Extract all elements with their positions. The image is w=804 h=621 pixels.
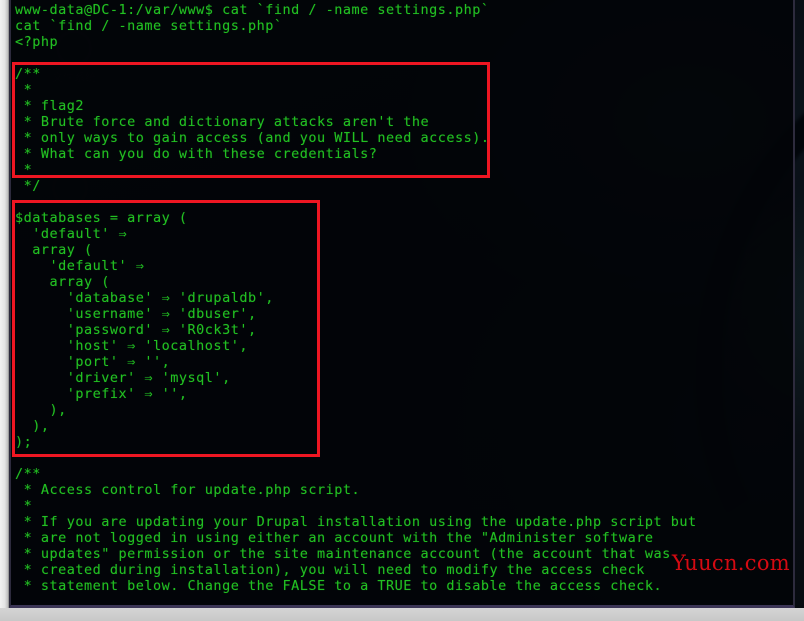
terminal-line-statement-close: );	[15, 434, 33, 450]
terminal-line-cred-driver: 'driver' ⇒ 'mysql',	[15, 370, 231, 386]
terminal-line-array-close-1: ),	[15, 402, 67, 418]
terminal-line-flag2-text-1: * Brute force and dictionary attacks are…	[15, 114, 430, 130]
terminal-line-default-key-2: 'default' ⇒	[15, 258, 145, 274]
terminal-line-cred-prefix: 'prefix' ⇒ '',	[15, 386, 188, 402]
terminal-line-flag2-open: /**	[15, 66, 41, 82]
terminal-line-flag2-text-3: * What can you do with these credentials…	[15, 146, 378, 162]
site-watermark: Yuucn.com	[671, 551, 790, 575]
screenshot-root: 文件系统 主文件夹 www-data@DC-1:/var/www$ cat `f…	[0, 0, 804, 621]
terminal-line-cred-username: 'username' ⇒ 'dbuser',	[15, 306, 257, 322]
terminal-line-cred-port: 'port' ⇒ '',	[15, 354, 171, 370]
terminal-line-array-open-2: array (	[15, 274, 110, 290]
terminal-line-array-close-2: ),	[15, 418, 50, 434]
terminal-line-php-open: <?php	[15, 34, 59, 50]
terminal-line-access-text-1: * If you are updating your Drupal instal…	[15, 514, 697, 530]
terminal-line-flag2-title: * flag2	[15, 98, 85, 114]
terminal-line-blank-3	[15, 450, 793, 466]
terminal-line-blank-2	[15, 194, 793, 210]
terminal-line-access-open: /**	[15, 466, 41, 482]
terminal-line-access-text-5: * statement below. Change the FALSE to a…	[15, 578, 663, 594]
terminal-line-array-open-1: array (	[15, 242, 93, 258]
terminal-line-blank-1	[15, 50, 793, 66]
terminal-line-access-star: *	[15, 498, 33, 514]
terminal-line-cred-host: 'host' ⇒ 'localhost',	[15, 338, 248, 354]
terminal-line-access-title: * Access control for update.php script.	[15, 482, 361, 498]
terminal-line-databases-open: $databases = array (	[15, 210, 188, 226]
terminal-line-flag2-star-1: *	[15, 82, 33, 98]
terminal-line-flag2-star-2: *	[15, 162, 33, 178]
terminal-line-access-text-2: * are not logged in using either an acco…	[15, 530, 654, 546]
terminal-line-default-key-1: 'default' ⇒	[15, 226, 128, 242]
window-bottom-edge	[0, 608, 804, 621]
terminal-window[interactable]: www-data@DC-1:/var/www$ cat `find / -nam…	[9, 0, 795, 608]
terminal-output: www-data@DC-1:/var/www$ cat `find / -nam…	[11, 0, 793, 594]
terminal-line-cred-password: 'password' ⇒ 'R0ck3t',	[15, 322, 257, 338]
terminal-line-cred-database: 'database' ⇒ 'drupaldb',	[15, 290, 274, 306]
terminal-line-flag2-text-2: * only ways to gain access (and you WILL…	[15, 130, 490, 146]
window-scrollbar[interactable]	[0, 0, 9, 608]
terminal-line-echoed-command: cat `find / -name settings.php`	[15, 18, 283, 34]
terminal-line-prompt-command: www-data@DC-1:/var/www$ cat `find / -nam…	[15, 2, 490, 18]
terminal-line-flag2-close: */	[15, 178, 41, 194]
